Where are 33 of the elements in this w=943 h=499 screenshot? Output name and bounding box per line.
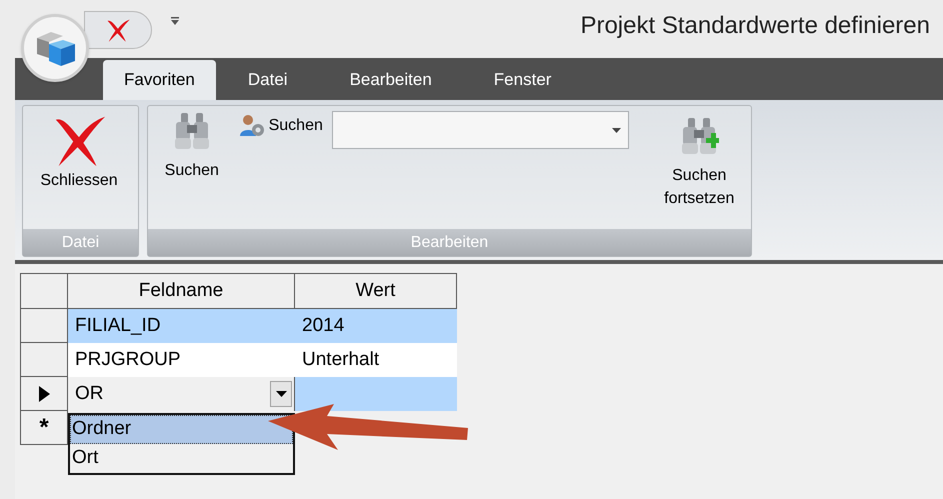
close-quick-button[interactable]	[84, 11, 152, 49]
search-next-button[interactable]: Suchen fortsetzen	[652, 111, 748, 229]
current-row-icon	[38, 386, 50, 402]
search-combo-field[interactable]	[332, 111, 629, 149]
dropdown-arrow-icon	[612, 128, 621, 132]
row-header	[20, 309, 68, 343]
ribbon-tab[interactable]: Favoriten	[103, 60, 216, 100]
user-gear-icon	[238, 114, 266, 138]
table-cell-text: Unterhalt	[301, 348, 380, 372]
group-label: Datei	[23, 229, 138, 256]
ribbon-tab[interactable]: Bearbeiten	[320, 60, 462, 100]
dropdown-item[interactable]: Ort	[70, 444, 293, 473]
customize-menu-icon	[170, 16, 180, 26]
close-button[interactable]: Schliessen	[27, 111, 131, 215]
table-cell-text: PRJGROUP	[74, 348, 182, 372]
dropdown-item[interactable]: Ordner	[70, 415, 293, 444]
close-icon	[105, 17, 131, 43]
column-header: Wert	[295, 273, 457, 309]
dropdown-arrow-icon	[276, 391, 286, 397]
table-cell-text: FILIAL_ID	[74, 314, 162, 338]
row-header-corner	[20, 273, 68, 309]
column-header: Feldname	[68, 273, 295, 309]
ribbon-tab[interactable]: Datei	[218, 60, 318, 100]
window-title: Projekt Standardwerte definieren	[580, 11, 930, 41]
combo-field[interactable]: OR	[68, 377, 295, 411]
new-row-marker: *	[20, 411, 68, 445]
search-button[interactable]: Suchen	[152, 111, 232, 229]
dropdown-button[interactable]	[270, 381, 292, 407]
ribbon-tab[interactable]: Fenster	[464, 60, 582, 100]
table-cell-text: 2014	[301, 314, 346, 338]
search-label: Suchen	[268, 116, 323, 136]
binoculars-plus-icon	[679, 116, 720, 156]
group-label: Bearbeiten	[148, 229, 751, 256]
